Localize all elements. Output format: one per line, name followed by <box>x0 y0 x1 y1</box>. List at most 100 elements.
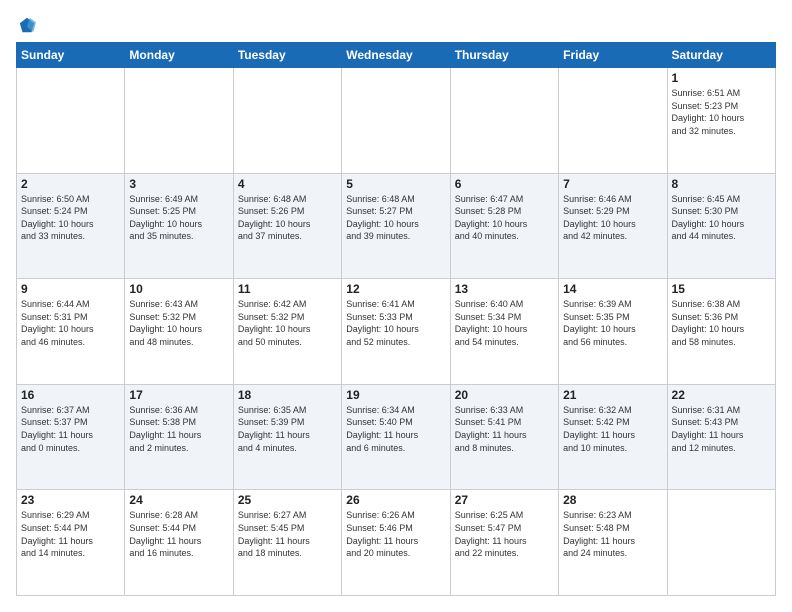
calendar-cell: 8 Sunrise: 6:45 AM Sunset: 5:30 PM Daylig… <box>667 173 775 279</box>
day-number: 20 <box>455 388 554 402</box>
calendar-cell: 18 Sunrise: 6:35 AM Sunset: 5:39 PM Dayli… <box>233 384 341 490</box>
weekday-header-thursday: Thursday <box>450 43 558 68</box>
day-number: 28 <box>563 493 662 507</box>
day-info: Sunrise: 6:45 AM Sunset: 5:30 PM Dayligh… <box>672 193 771 243</box>
day-number: 7 <box>563 177 662 191</box>
day-info: Sunrise: 6:27 AM Sunset: 5:45 PM Dayligh… <box>238 509 337 559</box>
calendar-cell: 20 Sunrise: 6:33 AM Sunset: 5:41 PM Dayli… <box>450 384 558 490</box>
calendar-cell <box>17 68 125 174</box>
calendar-cell: 16 Sunrise: 6:37 AM Sunset: 5:37 PM Dayli… <box>17 384 125 490</box>
day-number: 4 <box>238 177 337 191</box>
day-info: Sunrise: 6:31 AM Sunset: 5:43 PM Dayligh… <box>672 404 771 454</box>
day-number: 1 <box>672 71 771 85</box>
weekday-header-row: SundayMondayTuesdayWednesdayThursdayFrid… <box>17 43 776 68</box>
day-number: 14 <box>563 282 662 296</box>
day-number: 27 <box>455 493 554 507</box>
day-info: Sunrise: 6:49 AM Sunset: 5:25 PM Dayligh… <box>129 193 228 243</box>
day-info: Sunrise: 6:29 AM Sunset: 5:44 PM Dayligh… <box>21 509 120 559</box>
weekday-header-saturday: Saturday <box>667 43 775 68</box>
day-number: 13 <box>455 282 554 296</box>
day-number: 6 <box>455 177 554 191</box>
calendar-cell: 5 Sunrise: 6:48 AM Sunset: 5:27 PM Daylig… <box>342 173 450 279</box>
calendar-week-row: 16 Sunrise: 6:37 AM Sunset: 5:37 PM Dayli… <box>17 384 776 490</box>
calendar-cell: 12 Sunrise: 6:41 AM Sunset: 5:33 PM Dayli… <box>342 279 450 385</box>
day-info: Sunrise: 6:25 AM Sunset: 5:47 PM Dayligh… <box>455 509 554 559</box>
logo <box>16 16 36 34</box>
day-info: Sunrise: 6:48 AM Sunset: 5:27 PM Dayligh… <box>346 193 445 243</box>
day-number: 19 <box>346 388 445 402</box>
day-info: Sunrise: 6:50 AM Sunset: 5:24 PM Dayligh… <box>21 193 120 243</box>
day-info: Sunrise: 6:35 AM Sunset: 5:39 PM Dayligh… <box>238 404 337 454</box>
day-info: Sunrise: 6:32 AM Sunset: 5:42 PM Dayligh… <box>563 404 662 454</box>
day-number: 2 <box>21 177 120 191</box>
day-number: 23 <box>21 493 120 507</box>
calendar-cell: 3 Sunrise: 6:49 AM Sunset: 5:25 PM Daylig… <box>125 173 233 279</box>
calendar-cell: 15 Sunrise: 6:38 AM Sunset: 5:36 PM Dayli… <box>667 279 775 385</box>
day-number: 12 <box>346 282 445 296</box>
calendar-cell: 26Sunrise: 6:26 AM Sunset: 5:46 PM Dayli… <box>342 490 450 596</box>
calendar-cell <box>342 68 450 174</box>
calendar-cell: 11 Sunrise: 6:42 AM Sunset: 5:32 PM Dayli… <box>233 279 341 385</box>
calendar-cell: 22 Sunrise: 6:31 AM Sunset: 5:43 PM Dayli… <box>667 384 775 490</box>
calendar-cell <box>667 490 775 596</box>
day-number: 3 <box>129 177 228 191</box>
calendar-cell: 7 Sunrise: 6:46 AM Sunset: 5:29 PM Daylig… <box>559 173 667 279</box>
day-number: 16 <box>21 388 120 402</box>
weekday-header-wednesday: Wednesday <box>342 43 450 68</box>
weekday-header-friday: Friday <box>559 43 667 68</box>
day-number: 11 <box>238 282 337 296</box>
page: SundayMondayTuesdayWednesdayThursdayFrid… <box>0 0 792 612</box>
day-info: Sunrise: 6:42 AM Sunset: 5:32 PM Dayligh… <box>238 298 337 348</box>
day-info: Sunrise: 6:38 AM Sunset: 5:36 PM Dayligh… <box>672 298 771 348</box>
day-number: 17 <box>129 388 228 402</box>
day-info: Sunrise: 6:33 AM Sunset: 5:41 PM Dayligh… <box>455 404 554 454</box>
day-info: Sunrise: 6:28 AM Sunset: 5:44 PM Dayligh… <box>129 509 228 559</box>
day-info: Sunrise: 6:44 AM Sunset: 5:31 PM Dayligh… <box>21 298 120 348</box>
day-info: Sunrise: 6:41 AM Sunset: 5:33 PM Dayligh… <box>346 298 445 348</box>
day-number: 26 <box>346 493 445 507</box>
day-number: 5 <box>346 177 445 191</box>
day-info: Sunrise: 6:36 AM Sunset: 5:38 PM Dayligh… <box>129 404 228 454</box>
day-number: 18 <box>238 388 337 402</box>
day-info: Sunrise: 6:40 AM Sunset: 5:34 PM Dayligh… <box>455 298 554 348</box>
calendar-cell: 23 Sunrise: 6:29 AM Sunset: 5:44 PM Dayli… <box>17 490 125 596</box>
day-info: Sunrise: 6:48 AM Sunset: 5:26 PM Dayligh… <box>238 193 337 243</box>
day-number: 25 <box>238 493 337 507</box>
calendar-cell: 9 Sunrise: 6:44 AM Sunset: 5:31 PM Daylig… <box>17 279 125 385</box>
weekday-header-sunday: Sunday <box>17 43 125 68</box>
day-number: 9 <box>21 282 120 296</box>
header <box>16 16 776 34</box>
day-info: Sunrise: 6:46 AM Sunset: 5:29 PM Dayligh… <box>563 193 662 243</box>
logo-icon <box>18 16 36 34</box>
day-info: Sunrise: 6:51 AM Sunset: 5:23 PM Dayligh… <box>672 87 771 137</box>
calendar-week-row: 1 Sunrise: 6:51 AM Sunset: 5:23 PM Daylig… <box>17 68 776 174</box>
weekday-header-monday: Monday <box>125 43 233 68</box>
day-info: Sunrise: 6:37 AM Sunset: 5:37 PM Dayligh… <box>21 404 120 454</box>
calendar-cell: 25 Sunrise: 6:27 AM Sunset: 5:45 PM Dayli… <box>233 490 341 596</box>
calendar-cell: 24 Sunrise: 6:28 AM Sunset: 5:44 PM Dayli… <box>125 490 233 596</box>
weekday-header-tuesday: Tuesday <box>233 43 341 68</box>
day-info: Sunrise: 6:47 AM Sunset: 5:28 PM Dayligh… <box>455 193 554 243</box>
calendar-cell: 19 Sunrise: 6:34 AM Sunset: 5:40 PM Dayli… <box>342 384 450 490</box>
day-info: Sunrise: 6:23 AM Sunset: 5:48 PM Dayligh… <box>563 509 662 559</box>
day-number: 24 <box>129 493 228 507</box>
calendar-cell: 28 Sunrise: 6:23 AM Sunset: 5:48 PM Dayli… <box>559 490 667 596</box>
day-info: Sunrise: 6:39 AM Sunset: 5:35 PM Dayligh… <box>563 298 662 348</box>
calendar-cell: 6 Sunrise: 6:47 AM Sunset: 5:28 PM Daylig… <box>450 173 558 279</box>
day-info: Sunrise: 6:34 AM Sunset: 5:40 PM Dayligh… <box>346 404 445 454</box>
calendar-cell: 2 Sunrise: 6:50 AM Sunset: 5:24 PM Daylig… <box>17 173 125 279</box>
day-number: 21 <box>563 388 662 402</box>
day-info: Sunrise: 6:43 AM Sunset: 5:32 PM Dayligh… <box>129 298 228 348</box>
calendar-cell: 13 Sunrise: 6:40 AM Sunset: 5:34 PM Dayli… <box>450 279 558 385</box>
calendar-week-row: 9 Sunrise: 6:44 AM Sunset: 5:31 PM Daylig… <box>17 279 776 385</box>
day-number: 15 <box>672 282 771 296</box>
calendar-cell: 10 Sunrise: 6:43 AM Sunset: 5:32 PM Dayli… <box>125 279 233 385</box>
day-number: 10 <box>129 282 228 296</box>
calendar-cell <box>450 68 558 174</box>
calendar-week-row: 2 Sunrise: 6:50 AM Sunset: 5:24 PM Daylig… <box>17 173 776 279</box>
calendar-cell: 21 Sunrise: 6:32 AM Sunset: 5:42 PM Dayli… <box>559 384 667 490</box>
day-number: 22 <box>672 388 771 402</box>
calendar-cell <box>125 68 233 174</box>
day-number: 8 <box>672 177 771 191</box>
calendar-cell: 14 Sunrise: 6:39 AM Sunset: 5:35 PM Dayli… <box>559 279 667 385</box>
